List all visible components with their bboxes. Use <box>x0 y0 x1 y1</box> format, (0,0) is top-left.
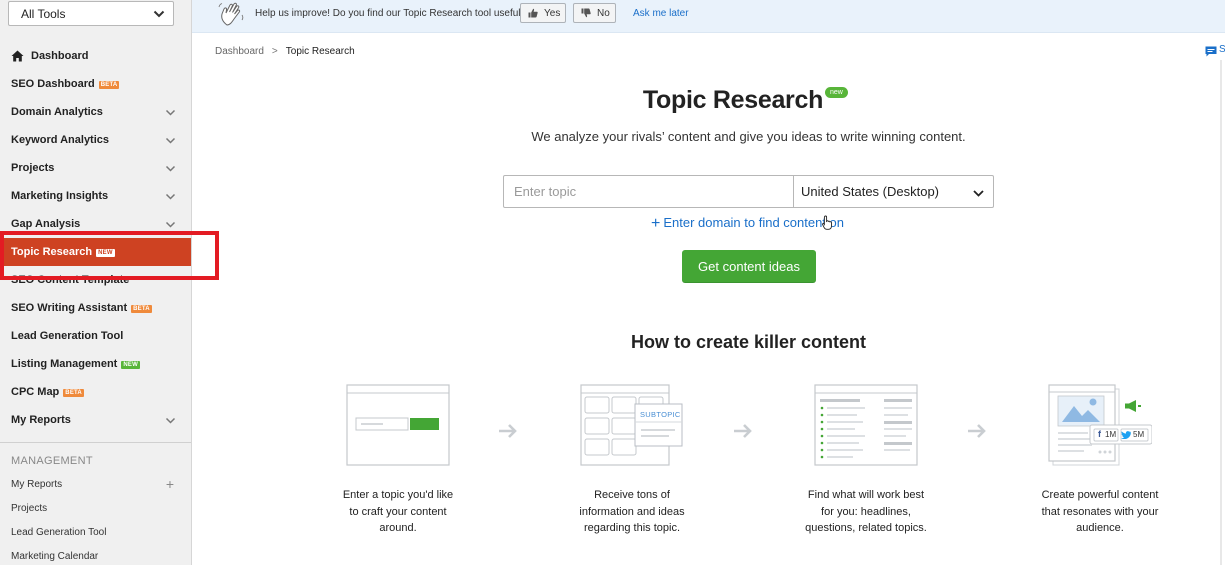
sidebar-item-label: CPC Map <box>11 386 60 398</box>
add-report-button[interactable]: + <box>166 476 174 492</box>
sidebar-divider <box>0 442 191 443</box>
sidebar-item-label: SEO Writing Assistant <box>11 302 128 314</box>
chevron-down-icon <box>153 10 165 18</box>
sidebar-item-listing-management[interactable]: Listing Management NEW <box>0 350 191 378</box>
app-root: All Tools Dashboard SEO Dashboard BETA Do… <box>0 0 1225 565</box>
breadcrumb-separator: > <box>271 46 278 57</box>
management-item-label: Marketing Calendar <box>11 551 99 562</box>
home-icon <box>11 50 24 62</box>
country-select-value: United States (Desktop) <box>801 184 940 199</box>
step-3-description: Find what will work best for you: headli… <box>805 489 927 534</box>
sidebar-item-label: Gap Analysis <box>11 218 81 230</box>
get-content-ideas-button[interactable]: Get content ideas <box>682 250 816 283</box>
step-2-description: Receive tons of information and ideas re… <box>579 489 685 534</box>
sidebar-item-label: Keyword Analytics <box>11 134 110 146</box>
chevron-down-icon <box>165 221 176 228</box>
breadcrumb-dashboard-link[interactable]: Dashboard <box>215 46 264 57</box>
sidebar-item-label: Topic Research <box>11 246 93 258</box>
chat-icon[interactable] <box>1205 46 1217 57</box>
sidebar-item-label: Projects <box>11 162 55 174</box>
management-item-label: Projects <box>11 503 48 514</box>
sidebar-item-label: Dashboard <box>31 50 89 62</box>
sidebar-item-dashboard[interactable]: Dashboard <box>0 42 191 70</box>
sidebar-item-label: Listing Management <box>11 358 118 370</box>
ask-me-later-link[interactable]: Ask me later <box>633 8 689 19</box>
pointer-cursor-icon <box>822 215 832 230</box>
content-creation-illustration <box>1048 384 1152 466</box>
beta-badge: BETA <box>63 389 84 397</box>
twitter-share-count: 5M <box>1133 430 1145 439</box>
sidebar-item-keyword-analytics[interactable]: Keyword Analytics <box>0 126 191 154</box>
arrow-right-icon <box>499 424 517 438</box>
management-item-lead-generation-tool[interactable]: Lead Generation Tool <box>0 522 191 544</box>
chevron-down-icon <box>973 190 984 197</box>
management-item-projects[interactable]: Projects <box>0 498 191 520</box>
chevron-down-icon <box>165 165 176 172</box>
sidebar-item-seo-writing-assistant[interactable]: SEO Writing Assistant BETA <box>0 294 191 322</box>
thumbs-down-icon <box>581 8 591 18</box>
new-badge: new <box>825 87 848 98</box>
enter-topic-illustration <box>346 384 450 466</box>
sidebar-item-my-reports[interactable]: My Reports <box>0 406 191 434</box>
page-title: Topic Research <box>642 86 824 114</box>
sidebar-item-label: SEO Content Template <box>11 274 130 286</box>
facebook-icon: f <box>1098 429 1101 439</box>
management-item-marketing-calendar[interactable]: Marketing Calendar <box>0 546 191 565</box>
management-item-label: My Reports <box>11 479 63 490</box>
enter-domain-label: Enter domain to find content on <box>663 215 845 230</box>
sidebar-item-marketing-insights[interactable]: Marketing Insights <box>0 182 191 210</box>
breadcrumb: Dashboard > Topic Research <box>215 46 355 57</box>
waving-hand-icon <box>218 2 244 26</box>
enter-domain-link[interactable]: + Enter domain to find content on <box>651 215 844 233</box>
chevron-down-icon <box>165 417 176 424</box>
send-feedback-link[interactable]: S <box>1219 44 1225 55</box>
breadcrumb-current: Topic Research <box>285 46 355 57</box>
all-tools-select[interactable]: All Tools <box>8 1 174 26</box>
headlines-list-illustration <box>814 384 918 466</box>
feedback-yes-label: Yes <box>544 8 561 19</box>
arrow-right-icon <box>968 424 986 438</box>
sidebar-item-label: Lead Generation Tool <box>11 330 124 342</box>
feedback-question: Help us improve! Do you find our Topic R… <box>255 8 527 19</box>
thumbs-up-icon <box>528 8 538 18</box>
sidebar-item-seo-content-template[interactable]: SEO Content Template <box>0 266 191 294</box>
subtopic-grid-illustration <box>580 384 683 466</box>
facebook-share-count: 1M <box>1105 430 1117 439</box>
feedback-no-button[interactable]: No <box>573 3 616 23</box>
management-item-my-reports[interactable]: My Reports + <box>0 474 191 496</box>
feedback-no-label: No <box>597 8 610 19</box>
sidebar-item-topic-research[interactable]: Topic Research NEW <box>0 238 191 266</box>
plus-icon: + <box>651 215 661 232</box>
arrow-right-icon <box>734 424 752 438</box>
sidebar-item-gap-analysis[interactable]: Gap Analysis <box>0 210 191 238</box>
all-tools-select-value: All Tools <box>21 7 66 21</box>
subtopic-label: SUBTOPIC <box>640 410 681 419</box>
step-1-description: Enter a topic you'd like to craft your c… <box>342 489 454 534</box>
beta-badge: BETA <box>131 305 152 313</box>
chevron-down-icon <box>165 193 176 200</box>
feedback-yes-button[interactable]: Yes <box>520 3 566 23</box>
how-to-heading: How to create killer content <box>630 332 867 352</box>
sidebar-item-label: My Reports <box>11 414 71 426</box>
feedback-bar: Help us improve! Do you find our Topic R… <box>192 0 1225 33</box>
management-item-label: Lead Generation Tool <box>11 527 107 538</box>
sidebar-item-lead-generation-tool[interactable]: Lead Generation Tool <box>0 322 191 350</box>
page-subtitle: We analyze your rivals’ content and give… <box>531 129 966 144</box>
sidebar: All Tools Dashboard SEO Dashboard BETA Do… <box>0 0 192 565</box>
sidebar-item-projects[interactable]: Projects <box>0 154 191 182</box>
step-4-description: Create powerful content that resonates w… <box>1041 489 1159 534</box>
new-badge: NEW <box>96 249 115 257</box>
new-badge: NEW <box>121 361 140 369</box>
sidebar-item-label: Marketing Insights <box>11 190 109 202</box>
country-select[interactable]: United States (Desktop) <box>793 175 994 208</box>
twitter-icon <box>1121 431 1131 439</box>
topic-input[interactable] <box>503 175 794 208</box>
management-heading: MANAGEMENT <box>11 455 93 467</box>
chevron-down-icon <box>165 137 176 144</box>
sidebar-item-cpc-map[interactable]: CPC Map BETA <box>0 378 191 406</box>
